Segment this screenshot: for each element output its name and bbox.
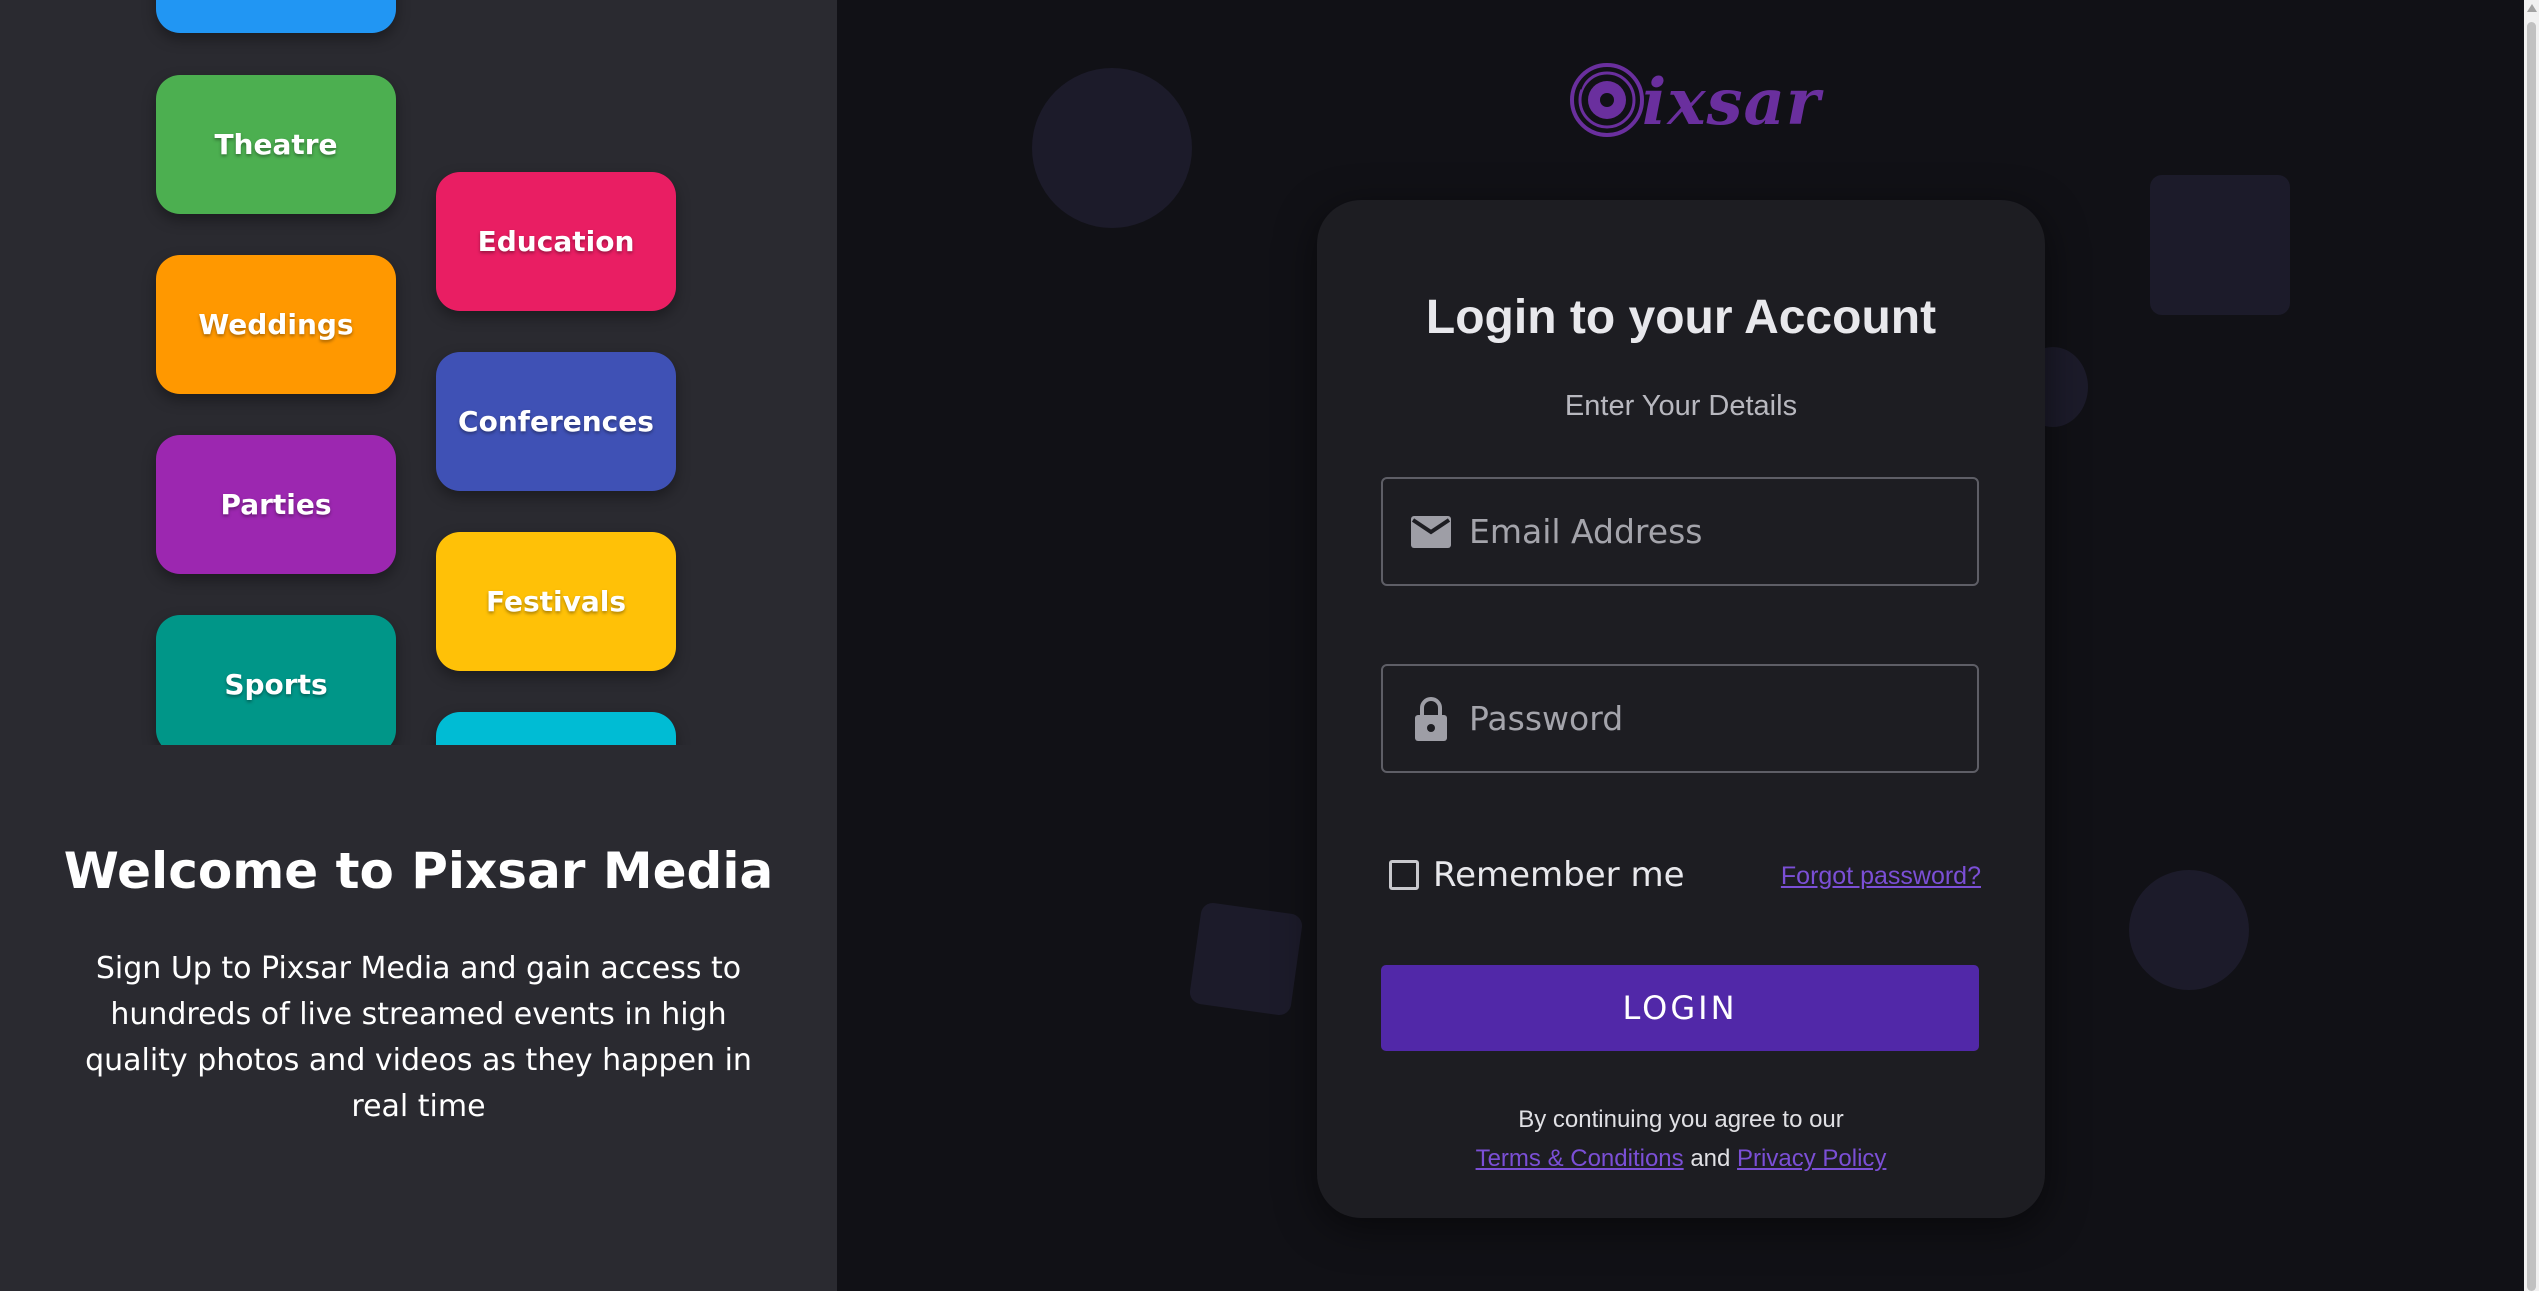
- category-tile-top[interactable]: [156, 0, 396, 33]
- welcome-heading: Welcome to Pixsar Media: [63, 842, 774, 900]
- remember-label[interactable]: Remember me: [1433, 855, 1685, 895]
- terms-notice: By continuing you agree to our Terms & C…: [1317, 1100, 2045, 1178]
- scroll-up-icon[interactable]: [2527, 4, 2537, 12]
- category-tile-conferences[interactable]: Conferences: [436, 352, 676, 491]
- lock-icon: [1409, 696, 1453, 741]
- welcome-blurb: Sign Up to Pixsar Media and gain access …: [85, 951, 752, 1124]
- decor-square: [1188, 901, 1304, 1017]
- terms-link[interactable]: Terms & Conditions: [1476, 1145, 1684, 1172]
- category-tiles: Theatre Weddings Parties Sports Educatio…: [0, 0, 837, 745]
- login-card: Login to your Account Enter Your Details…: [1317, 200, 2045, 1218]
- email-field[interactable]: [1381, 477, 1979, 586]
- category-tile-parties[interactable]: Parties: [156, 435, 396, 574]
- category-tile-festivals[interactable]: Festivals: [436, 532, 676, 671]
- category-tile-bottom[interactable]: [436, 712, 676, 745]
- privacy-link[interactable]: Privacy Policy: [1737, 1145, 1886, 1172]
- decor-square: [2150, 175, 2290, 315]
- scrollbar-thumb[interactable]: [2527, 22, 2536, 1291]
- login-subtitle: Enter Your Details: [1564, 390, 1798, 422]
- decor-circle: [1032, 68, 1192, 228]
- category-tile-sports[interactable]: Sports: [156, 615, 396, 745]
- logo-text: ixsar: [1642, 64, 1821, 140]
- remember-checkbox[interactable]: [1389, 860, 1419, 890]
- forgot-password-link[interactable]: Forgot password?: [1781, 862, 1981, 891]
- terms-prefix: By continuing you agree to our: [1518, 1106, 1844, 1133]
- terms-and: and: [1690, 1145, 1731, 1172]
- category-tile-education[interactable]: Education: [436, 172, 676, 311]
- pixsar-logo[interactable]: ixsar: [1568, 60, 1820, 144]
- email-input[interactable]: [1467, 511, 1951, 552]
- password-input[interactable]: [1467, 698, 1951, 739]
- envelope-icon: [1409, 510, 1453, 554]
- password-field[interactable]: [1381, 664, 1979, 773]
- login-button[interactable]: LOGIN: [1381, 965, 1979, 1051]
- disc-logo-icon: [1568, 61, 1646, 144]
- decor-circle: [2129, 870, 2249, 990]
- category-tile-weddings[interactable]: Weddings: [156, 255, 396, 394]
- left-panel: Theatre Weddings Parties Sports Educatio…: [0, 0, 837, 1291]
- scrollbar[interactable]: [2524, 0, 2539, 1291]
- login-title: Login to your Account: [1425, 291, 1937, 344]
- remember-me[interactable]: Remember me: [1389, 855, 1685, 895]
- category-tile-theatre[interactable]: Theatre: [156, 75, 396, 214]
